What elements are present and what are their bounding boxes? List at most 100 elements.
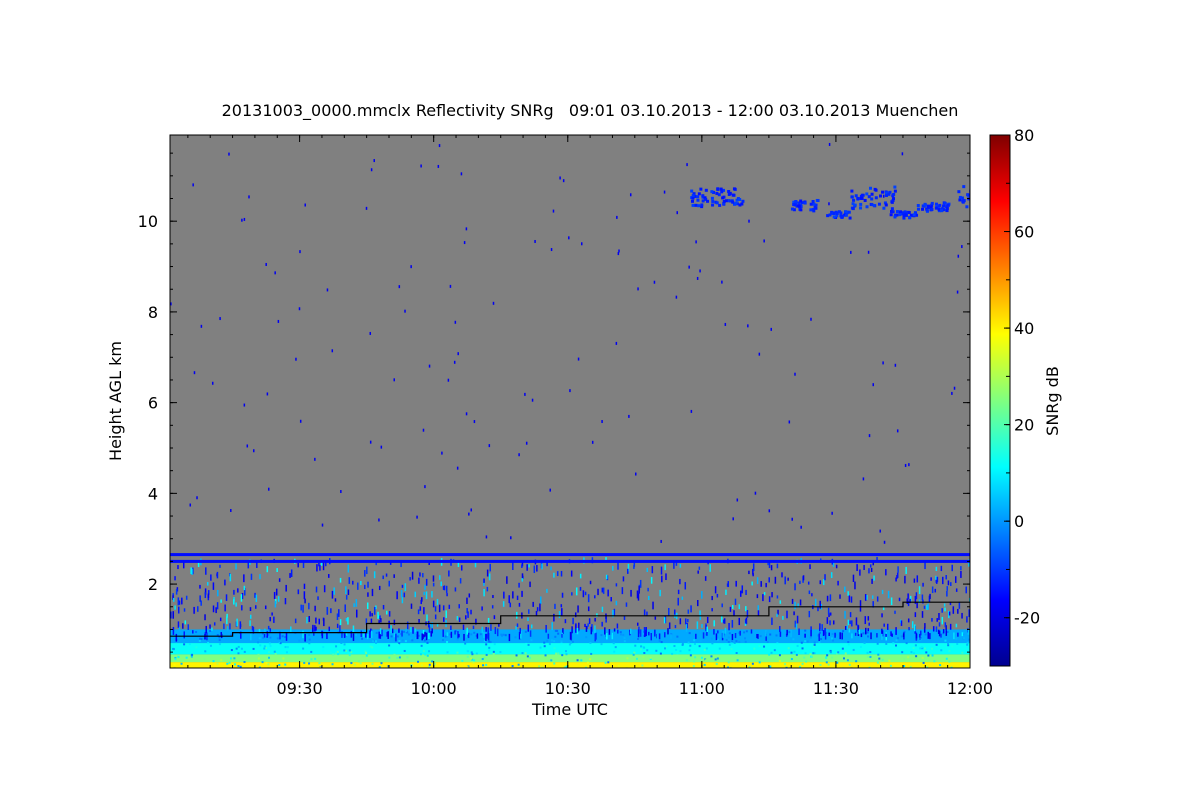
echo-speck [895,627,897,635]
echo-speck [503,591,505,599]
surface-speckle [527,643,530,646]
cirrus-speck [899,210,903,214]
echo-speck [864,594,867,601]
echo-speck [860,633,863,638]
echo-speck [174,576,176,581]
surface-speckle [800,650,803,653]
echo-speck [371,588,374,597]
echo-speck [966,616,968,623]
echo-speck [776,563,779,569]
surface-speckle [589,658,592,661]
surface-speckle [664,647,667,650]
cirrus-speck [891,210,895,214]
surface-speckle [715,662,718,665]
echo-speck [284,597,287,605]
echo-speck [373,571,376,579]
echo-speck [304,633,306,642]
echo-speck [290,626,292,632]
surface-speckle [773,649,776,652]
echo-speck [865,627,867,635]
echo-speck [366,633,369,640]
surface-speckle [795,653,798,656]
surface-speckle [407,633,410,636]
surface-speckle [792,638,795,641]
cirrus-speck [699,187,703,191]
cirrus-speck [892,197,896,201]
echo-speck [762,594,764,602]
echo-speck [660,566,663,575]
echo-speck [518,582,520,588]
surface-speckle [237,645,240,648]
cirrus-speck [958,195,962,199]
cirrus-speck [926,204,930,208]
echo-speck [961,612,963,619]
noise-dot [699,269,701,273]
surface-speckle [859,645,862,648]
surface-speckle [586,661,589,664]
echo-speck [554,603,556,610]
echo-speck [946,590,948,597]
surface-speckle [784,663,787,666]
cirrus-speck [863,198,867,202]
cirrus-speck [812,202,816,206]
echo-speck [781,572,783,578]
colorbar [989,134,1011,667]
echo-speck [318,562,320,567]
echo-speck [744,619,747,624]
echo-speck [907,618,910,623]
echo-speck [952,606,955,614]
echo-speck [561,633,563,638]
echo-speck [379,633,381,638]
echo-speck [424,631,426,637]
surface-speckle [426,641,429,644]
echo-speck [533,565,536,574]
surface-speckle [186,644,189,647]
surface-speckle [758,661,761,664]
surface-speckle [768,653,771,656]
noise-dot [266,392,269,396]
echo-speck [235,563,237,570]
cirrus-speck [710,196,714,200]
echo-speck [570,570,573,577]
cirrus-speck [719,187,723,191]
surface-speckle [735,640,738,643]
echo-speck [277,596,280,602]
echo-speck [251,625,254,631]
surface-speckle [751,662,754,665]
echo-speck [752,563,755,571]
echo-speck [647,587,649,592]
cirrus-speck [811,200,815,204]
surface-speckle [268,642,271,645]
echo-speck [826,595,829,602]
echo-speck [696,621,699,629]
echo-speck [393,619,396,626]
noise-dot [534,239,536,243]
echo-speck [576,628,579,635]
surface-speckle [230,649,233,652]
cirrus-speck [848,216,852,220]
echo-speck [401,584,404,588]
noise-dot [369,440,372,444]
echo-speck [907,593,909,600]
echo-speck [721,615,723,623]
surface-speckle [398,640,401,643]
surface-speckle [727,661,730,664]
noise-dot [953,386,956,390]
echo-speck [481,606,483,611]
noise-dot [253,449,255,453]
echo-speck [521,578,524,582]
surface-speckle [685,659,688,662]
surface-speckle [829,651,832,654]
echo-speck [745,606,747,612]
colorbar-tick-label: 80 [1014,126,1034,145]
surface-speckle [343,649,346,652]
echo-speck [597,588,599,596]
echo-speck [254,592,256,598]
noise-dot [637,287,639,291]
surface-speckle [502,633,505,636]
echo-speck [483,632,485,638]
echo-speck [932,626,935,632]
echo-speck [850,596,853,603]
surface-speckle [456,638,459,641]
echo-speck [494,627,497,635]
